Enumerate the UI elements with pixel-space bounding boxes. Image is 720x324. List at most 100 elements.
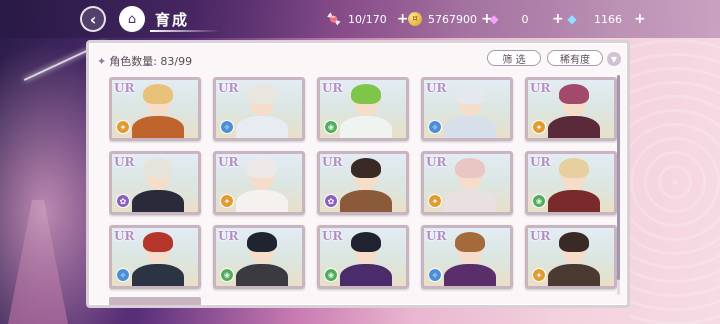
rarity-badge: UR bbox=[426, 155, 447, 169]
character-portrait-outfit bbox=[444, 264, 496, 286]
character-card[interactable]: UR ✧ bbox=[421, 225, 513, 289]
rarity-badge: UR bbox=[114, 81, 135, 95]
attribute-orange-icon: ✦ bbox=[116, 120, 130, 134]
chevron-down-icon: ▼ bbox=[610, 54, 618, 64]
title-underline bbox=[150, 30, 220, 32]
rarity-badge: UR bbox=[114, 155, 135, 169]
attribute-purple-icon: ✿ bbox=[116, 194, 130, 208]
rarity-badge: UR bbox=[218, 155, 239, 169]
character-portrait-outfit bbox=[132, 264, 184, 286]
character-card[interactable]: UR ✧ bbox=[421, 77, 513, 141]
rarity-badge: UR bbox=[218, 229, 239, 243]
character-card[interactable]: UR ❀ bbox=[525, 151, 617, 215]
chevron-left-icon: ‹ bbox=[89, 9, 97, 29]
character-card[interactable]: UR ✧ bbox=[109, 225, 201, 289]
castle-home-icon: ⌂ bbox=[127, 11, 137, 27]
character-card[interactable]: UR ✧ bbox=[213, 77, 305, 141]
pink-diamond-icon: ◆ bbox=[489, 12, 499, 26]
attribute-blue-icon: ✧ bbox=[428, 120, 442, 134]
character-portrait-outfit bbox=[340, 264, 392, 286]
character-portrait-hair bbox=[455, 84, 485, 104]
page-title: 育成 bbox=[155, 11, 190, 29]
character-portrait-outfit bbox=[444, 190, 496, 212]
character-portrait-hair bbox=[455, 232, 485, 252]
attribute-orange-icon: ✦ bbox=[532, 120, 546, 134]
partial-next-row-card bbox=[109, 297, 201, 305]
coin-icon: ¤ bbox=[408, 12, 422, 26]
attribute-blue-icon: ✧ bbox=[116, 268, 130, 282]
character-portrait-outfit bbox=[132, 190, 184, 212]
rarity-badge: UR bbox=[426, 229, 447, 243]
character-portrait-hair bbox=[247, 232, 277, 252]
character-portrait-outfit bbox=[340, 116, 392, 138]
character-card[interactable]: UR ✦ bbox=[421, 151, 513, 215]
filter-button[interactable]: 筛 选 bbox=[487, 50, 541, 66]
attribute-green-icon: ❀ bbox=[532, 194, 546, 208]
attribute-green-icon: ❀ bbox=[220, 268, 234, 282]
resource-paid-gem: ◆ 0 + bbox=[486, 10, 564, 28]
attribute-green-icon: ❀ bbox=[324, 268, 338, 282]
resource-gold: ¤ 5767900 + bbox=[408, 10, 493, 28]
character-card[interactable]: UR ❀ bbox=[317, 225, 409, 289]
character-grid: UR ✦ UR ✧ UR ❀ UR ✧ UR ✦ UR ✿ UR ✦ UR ✿ UR ✦ UR ❀ UR ✧ UR ❀ UR ❀ U… bbox=[109, 77, 619, 303]
character-count: ✦ 角色数量: 83/99 bbox=[97, 53, 192, 69]
scrollbar[interactable] bbox=[617, 75, 620, 295]
rarity-badge: UR bbox=[322, 229, 343, 243]
character-portrait-outfit bbox=[132, 116, 184, 138]
character-portrait-hair bbox=[351, 232, 381, 252]
rarity-badge: UR bbox=[322, 155, 343, 169]
add-stamina-button[interactable]: + bbox=[397, 11, 409, 27]
rarity-sort-button[interactable]: 稀有度 bbox=[547, 50, 603, 66]
attribute-blue-icon: ✧ bbox=[220, 120, 234, 134]
free-gem-value: 1166 bbox=[594, 12, 622, 26]
resource-free-gem: ◆ 1166 + bbox=[564, 10, 646, 28]
rarity-badge: UR bbox=[530, 81, 551, 95]
gold-value: 5767900 bbox=[428, 12, 477, 26]
attribute-blue-icon: ✧ bbox=[428, 268, 442, 282]
character-portrait-outfit bbox=[236, 190, 288, 212]
attribute-orange-icon: ✦ bbox=[532, 268, 546, 282]
sort-toggle-button[interactable]: ▼ bbox=[607, 52, 621, 66]
character-portrait-outfit bbox=[236, 264, 288, 286]
blue-diamond-icon: ◆ bbox=[567, 12, 577, 26]
character-card[interactable]: UR ✿ bbox=[109, 151, 201, 215]
rarity-badge: UR bbox=[530, 155, 551, 169]
attribute-orange-icon: ✦ bbox=[220, 194, 234, 208]
character-card[interactable]: UR ✦ bbox=[525, 225, 617, 289]
scrollbar-thumb[interactable] bbox=[617, 75, 620, 280]
stamina-value: 10/170 bbox=[348, 12, 387, 26]
character-portrait-hair bbox=[247, 84, 277, 104]
character-card[interactable]: UR ✦ bbox=[213, 151, 305, 215]
character-portrait-hair bbox=[455, 158, 485, 178]
character-portrait-hair bbox=[143, 158, 173, 178]
character-portrait-hair bbox=[143, 232, 173, 252]
attribute-orange-icon: ✦ bbox=[428, 194, 442, 208]
character-portrait-outfit bbox=[548, 190, 600, 212]
character-portrait-hair bbox=[351, 84, 381, 104]
home-button[interactable]: ⌂ bbox=[119, 6, 145, 32]
character-card[interactable]: UR ✿ bbox=[317, 151, 409, 215]
add-paid-gem-button[interactable]: + bbox=[552, 11, 564, 27]
character-count-label: 角色数量: 83/99 bbox=[109, 55, 193, 68]
character-portrait-outfit bbox=[444, 116, 496, 138]
add-free-gem-button[interactable]: + bbox=[634, 11, 646, 27]
paid-gem-value: 0 bbox=[521, 12, 529, 26]
character-portrait-outfit bbox=[340, 190, 392, 212]
character-portrait-outfit bbox=[236, 116, 288, 138]
attribute-purple-icon: ✿ bbox=[324, 194, 338, 208]
character-card[interactable]: UR ❀ bbox=[317, 77, 409, 141]
rarity-badge: UR bbox=[426, 81, 447, 95]
character-portrait-hair bbox=[351, 158, 381, 178]
rarity-badge: UR bbox=[530, 229, 551, 243]
character-card[interactable]: UR ✦ bbox=[109, 77, 201, 141]
back-button[interactable]: ‹ bbox=[80, 6, 106, 32]
character-portrait-hair bbox=[247, 158, 277, 178]
character-portrait-hair bbox=[559, 84, 589, 104]
character-card[interactable]: UR ❀ bbox=[213, 225, 305, 289]
character-card[interactable]: UR ✦ bbox=[525, 77, 617, 141]
rarity-badge: UR bbox=[322, 81, 343, 95]
top-bar: ‹ ⌂ 育成 🍬 10/170 + ¤ 5767900 + ◆ 0 + ◆ 11… bbox=[0, 0, 720, 38]
character-portrait-hair bbox=[559, 232, 589, 252]
rarity-badge: UR bbox=[218, 81, 239, 95]
character-portrait-hair bbox=[559, 158, 589, 178]
